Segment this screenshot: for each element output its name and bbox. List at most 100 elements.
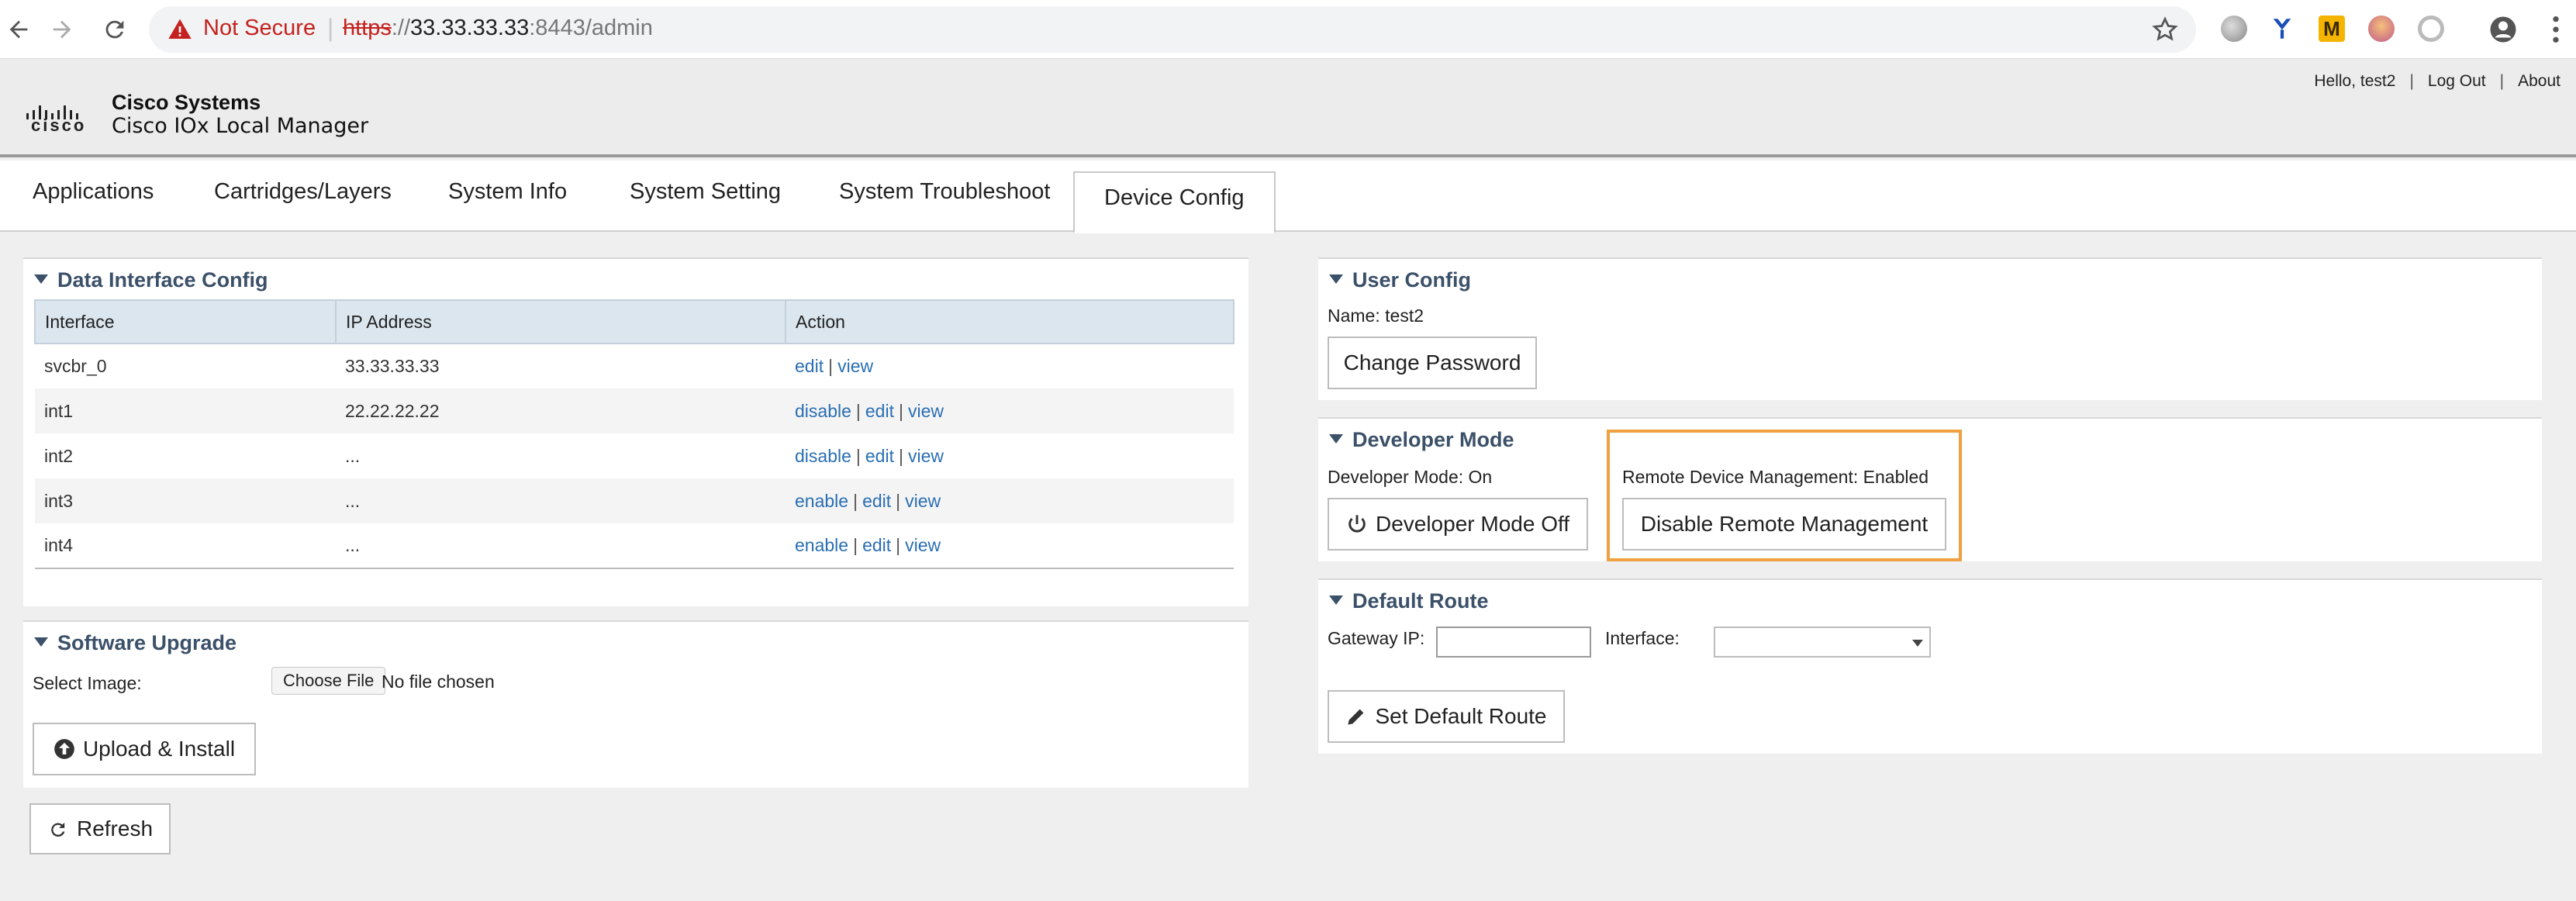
- interface-cell: svcbr_0: [35, 343, 336, 388]
- action-cell: edit | view: [786, 343, 1234, 388]
- developer-mode-title[interactable]: Developer Mode: [1329, 428, 1514, 452]
- chevron-down-icon: [1912, 640, 1923, 647]
- collapse-caret-icon: [34, 274, 48, 284]
- action-separator: |: [896, 490, 901, 511]
- developer-mode-off-button[interactable]: Developer Mode Off: [1328, 498, 1588, 551]
- developer-mode-status: Developer Mode: On: [1328, 467, 1493, 487]
- tab-system-info[interactable]: System Info: [448, 179, 567, 205]
- view-link[interactable]: view: [905, 491, 941, 511]
- default-route-title[interactable]: Default Route: [1329, 589, 1489, 613]
- upload-install-button[interactable]: Upload & Install: [33, 723, 256, 775]
- app-header: cisco Cisco Systems Cisco IOx Local Mana…: [0, 60, 2576, 157]
- action-cell: disable | edit | view: [786, 388, 1234, 433]
- extension-y-icon[interactable]: [2269, 16, 2295, 42]
- tab-cartridges-layers[interactable]: Cartridges/Layers: [214, 179, 392, 205]
- action-separator: |: [828, 356, 834, 376]
- set-default-route-button[interactable]: Set Default Route: [1328, 690, 1565, 743]
- bookmark-star-icon[interactable]: [2151, 16, 2179, 43]
- action-cell: enable | edit | view: [786, 523, 1234, 569]
- user-config-panel: User Config Name: test2 Change Password: [1318, 257, 2542, 400]
- developer-mode-title-text: Developer Mode: [1352, 428, 1514, 451]
- interface-cell: int1: [35, 388, 336, 433]
- user-name-text: Name: test2: [1328, 306, 1424, 326]
- collapse-caret-icon: [34, 637, 48, 647]
- disable-link[interactable]: disable: [795, 401, 851, 421]
- refresh-button[interactable]: Refresh: [29, 803, 171, 854]
- ip-cell: 22.22.22.22: [336, 388, 786, 433]
- software-upgrade-panel: Software Upgrade Select Image: Choose Fi…: [23, 620, 1248, 788]
- action-separator: |: [898, 445, 903, 466]
- enable-link[interactable]: enable: [795, 535, 848, 555]
- user-config-title[interactable]: User Config: [1329, 268, 1471, 292]
- gateway-ip-label: Gateway IP:: [1328, 628, 1425, 648]
- action-separator: |: [853, 535, 858, 555]
- data-interface-panel: Data Interface Config Interface IP Addre…: [23, 257, 1248, 606]
- ip-cell: ...: [336, 478, 786, 523]
- forward-icon[interactable]: [43, 11, 81, 48]
- user-config-title-text: User Config: [1352, 268, 1472, 292]
- change-password-button[interactable]: Change Password: [1328, 337, 1537, 389]
- edit-link[interactable]: edit: [795, 356, 824, 376]
- reload-icon[interactable]: [96, 11, 133, 48]
- action-separator: |: [898, 400, 903, 421]
- edit-link[interactable]: edit: [865, 446, 894, 466]
- view-link[interactable]: view: [905, 535, 941, 555]
- greeting: Hello, test2: [2314, 72, 2396, 90]
- table-row: int4 ... enable | edit | view: [35, 523, 1234, 569]
- logout-link[interactable]: Log Out: [2419, 72, 2495, 91]
- cisco-logo-word: cisco: [31, 116, 87, 135]
- action-separator: |: [853, 490, 858, 511]
- extension-ring-icon[interactable]: [2418, 16, 2444, 42]
- edit-link[interactable]: edit: [862, 535, 891, 555]
- table-row: int1 22.22.22.22 disable | edit | view: [35, 388, 1234, 433]
- choose-file-button[interactable]: Choose File: [271, 667, 386, 695]
- interface-cell: int4: [35, 523, 336, 569]
- tab-system-troubleshoot[interactable]: System Troubleshoot: [839, 179, 1050, 205]
- ip-cell: ...: [336, 433, 786, 478]
- refresh-label: Refresh: [76, 816, 154, 841]
- security-label: Not Secure: [203, 16, 316, 40]
- upload-install-label: Upload & Install: [82, 737, 236, 761]
- back-icon[interactable]: [0, 11, 37, 48]
- omnibox-separator: |: [327, 14, 334, 42]
- refresh-icon: [51, 822, 65, 837]
- extension-face-icon[interactable]: [2368, 16, 2395, 42]
- view-link[interactable]: view: [908, 446, 944, 466]
- column-header-interface: Interface: [34, 299, 337, 344]
- enable-link[interactable]: enable: [795, 491, 848, 511]
- collapse-caret-icon: [1329, 274, 1343, 284]
- url-path: :8443/admin: [529, 16, 653, 40]
- edit-link[interactable]: edit: [865, 401, 894, 421]
- tab-system-setting[interactable]: System Setting: [630, 179, 781, 205]
- tab-applications[interactable]: Applications: [33, 179, 154, 205]
- view-link[interactable]: view: [908, 401, 944, 421]
- edit-link[interactable]: edit: [862, 491, 891, 511]
- address-bar[interactable]: Not Secure | https://33.33.33.33:8443/ad…: [149, 6, 2196, 53]
- disable-link[interactable]: disable: [795, 446, 851, 466]
- default-route-panel: Default Route Gateway IP: Interface: Set…: [1318, 578, 2542, 754]
- main-tabs: Applications Cartridges/Layers System In…: [0, 161, 2576, 233]
- ip-cell: 33.33.33.33: [336, 343, 786, 388]
- data-interface-title[interactable]: Data Interface Config: [34, 268, 268, 292]
- view-link[interactable]: view: [837, 356, 873, 376]
- select-image-label: Select Image:: [33, 673, 142, 693]
- warning-icon: [168, 19, 192, 39]
- software-upgrade-title[interactable]: Software Upgrade: [34, 631, 237, 655]
- action-separator: |: [855, 445, 861, 466]
- interface-select[interactable]: [1714, 627, 1931, 658]
- about-link[interactable]: About: [2509, 72, 2570, 91]
- extension-circle-icon[interactable]: [2221, 16, 2247, 42]
- set-default-route-label: Set Default Route: [1375, 704, 1547, 728]
- collapse-caret-icon: [1329, 433, 1343, 444]
- brand-subtitle: Cisco IOx Local Manager: [112, 114, 369, 138]
- browser-menu-icon[interactable]: [2548, 14, 2564, 45]
- column-header-ip: IP Address: [335, 299, 786, 344]
- tab-device-config[interactable]: Device Config: [1073, 171, 1276, 233]
- ip-cell: ...: [336, 523, 786, 569]
- interface-table: Interface IP Address Action svcbr_0 33.3…: [34, 299, 1234, 569]
- profile-avatar-icon[interactable]: [2489, 16, 2516, 43]
- interface-cell: int3: [35, 478, 336, 523]
- top-links: Hello, test2 | Log Out | About: [2305, 72, 2570, 91]
- gateway-ip-input[interactable]: [1436, 627, 1591, 658]
- extension-m-icon[interactable]: M: [2319, 16, 2345, 42]
